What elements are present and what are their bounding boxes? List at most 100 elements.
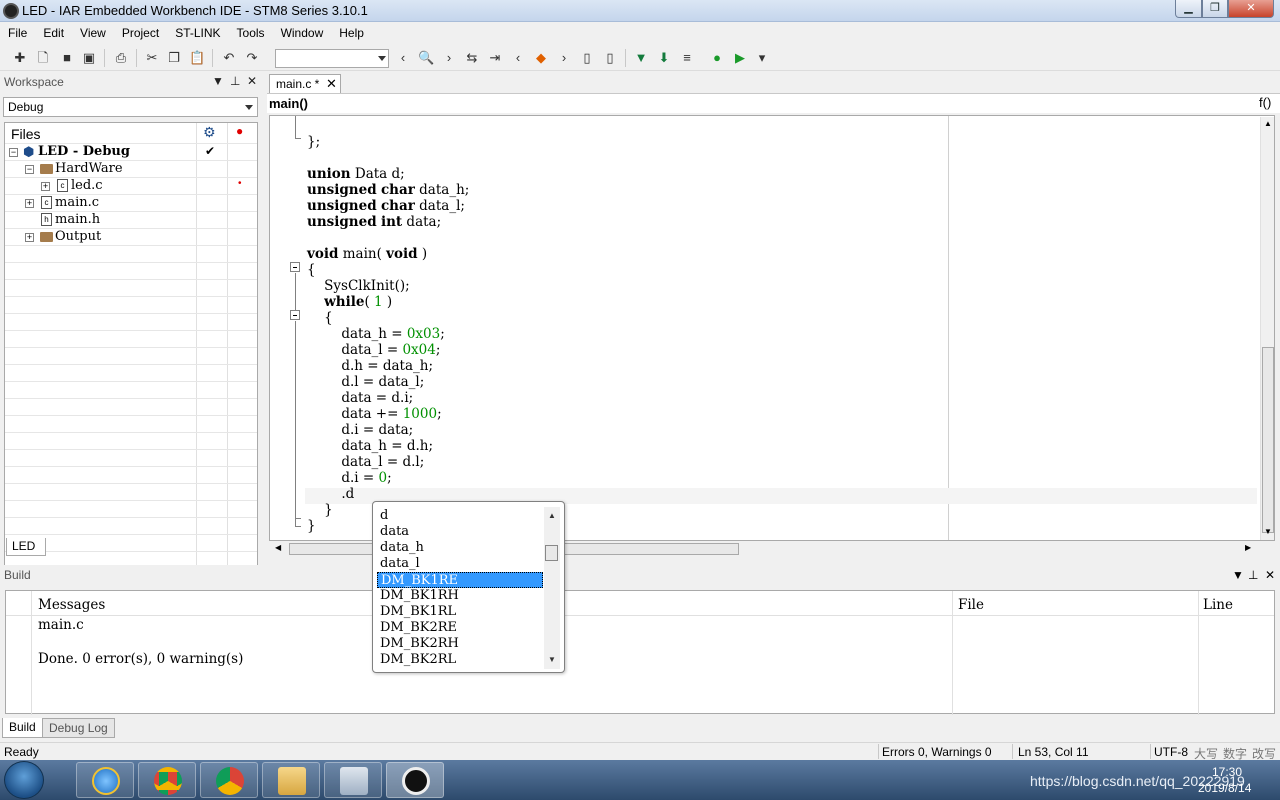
close-button[interactable]: ✕: [1228, 0, 1274, 18]
bookmark-icon[interactable]: ◆: [533, 50, 549, 66]
taskbar-ie[interactable]: [76, 762, 134, 798]
compile-icon[interactable]: ▼: [633, 50, 649, 66]
current-function[interactable]: main(): [269, 96, 308, 111]
tree-item-output[interactable]: + Output: [5, 229, 257, 246]
next-bookmark-icon[interactable]: ▯: [602, 50, 618, 66]
autocomplete-item[interactable]: DM_BK2RH: [377, 636, 543, 652]
column-header-line[interactable]: Line: [1203, 597, 1233, 613]
pin-icon[interactable]: ⊥: [1248, 568, 1258, 582]
nav-forward-icon[interactable]: ›: [556, 50, 572, 66]
scroll-right-icon[interactable]: ▶: [1245, 543, 1251, 552]
menu-edit[interactable]: Edit: [35, 22, 72, 44]
vertical-scrollbar[interactable]: ▲ ▼: [1260, 117, 1274, 540]
tree-item-project[interactable]: − ⬢ LED - Debug ✔: [5, 144, 257, 161]
replace-icon[interactable]: ⇆: [464, 50, 480, 66]
prev-bookmark-icon[interactable]: ▯: [579, 50, 595, 66]
taskbar-calculator[interactable]: [324, 762, 382, 798]
function-list-button[interactable]: f(): [1259, 95, 1271, 110]
workspace-tab-led[interactable]: LED: [6, 538, 46, 556]
fold-collapse-icon[interactable]: [290, 310, 300, 320]
menu-tools[interactable]: Tools: [229, 22, 273, 44]
configuration-select[interactable]: Debug: [3, 97, 258, 117]
tree-item-led-c[interactable]: + c led.c •: [5, 178, 257, 195]
forward-icon[interactable]: ›: [441, 50, 457, 66]
start-button[interactable]: [4, 761, 44, 799]
debug-without-download-icon[interactable]: ▶: [732, 50, 748, 66]
scroll-thumb[interactable]: [1262, 347, 1274, 533]
pin-icon[interactable]: ⊥: [230, 74, 240, 88]
autocomplete-item[interactable]: DM_BK2RE: [377, 620, 543, 636]
collapse-icon[interactable]: −: [25, 165, 34, 174]
clock-date[interactable]: 2019/8/14: [1198, 781, 1251, 795]
taskbar-iar[interactable]: [386, 762, 444, 798]
back-icon[interactable]: ‹: [395, 50, 411, 66]
menu-st-link[interactable]: ST-LINK: [167, 22, 228, 44]
tree-item-hardware[interactable]: − HardWare: [5, 161, 257, 178]
autocomplete-item-selected[interactable]: DM_BK1RE: [377, 572, 543, 588]
autocomplete-item[interactable]: data_h: [377, 540, 543, 556]
close-icon[interactable]: ✕: [1265, 568, 1275, 582]
build-message[interactable]: Done. 0 error(s), 0 warning(s): [38, 651, 243, 667]
toolbar-options-icon[interactable]: ▾: [754, 50, 770, 66]
close-icon[interactable]: ✕: [326, 75, 337, 93]
taskbar-chrome-2[interactable]: [200, 762, 258, 798]
tab-main-c[interactable]: main.c * ✕: [269, 74, 341, 93]
autocomplete-item[interactable]: DM_BK1RH: [377, 588, 543, 604]
autocomplete-item[interactable]: data: [377, 524, 543, 540]
code-editor[interactable]: }; union Data d; unsigned char data_h; u…: [269, 115, 1275, 541]
nav-back-icon[interactable]: ‹: [510, 50, 526, 66]
stop-build-icon[interactable]: ≡: [679, 50, 695, 66]
new-document-icon[interactable]: 🗋: [35, 50, 51, 66]
clock-time[interactable]: 17:30: [1212, 765, 1242, 779]
save-icon[interactable]: ■: [59, 50, 75, 66]
scroll-up-icon[interactable]: ▲: [1264, 119, 1272, 128]
scroll-up-icon[interactable]: ▲: [548, 511, 556, 520]
menu-project[interactable]: Project: [114, 22, 167, 44]
save-all-icon[interactable]: ▣: [81, 50, 97, 66]
scroll-down-icon[interactable]: ▼: [548, 655, 556, 664]
panel-menu-icon[interactable]: ▼: [1232, 568, 1244, 582]
make-icon[interactable]: ⬇: [656, 50, 672, 66]
scroll-down-icon[interactable]: ▼: [1264, 527, 1272, 536]
menu-help[interactable]: Help: [331, 22, 372, 44]
minimize-button[interactable]: ▁: [1175, 0, 1202, 18]
app-icon[interactable]: [3, 3, 19, 19]
search-icon[interactable]: 🔍: [418, 50, 434, 66]
tab-debug-log[interactable]: Debug Log: [42, 718, 115, 738]
expand-icon[interactable]: +: [25, 233, 34, 242]
autocomplete-scrollbar[interactable]: ▲ ▼: [544, 507, 560, 669]
tab-build[interactable]: Build: [2, 718, 43, 738]
autocomplete-item[interactable]: data_l: [377, 556, 543, 572]
panel-menu-icon[interactable]: ▼: [212, 74, 224, 88]
copy-icon[interactable]: ❐: [166, 50, 182, 66]
column-header-messages[interactable]: Messages: [38, 597, 105, 613]
find-combo[interactable]: [275, 49, 389, 68]
expand-icon[interactable]: +: [41, 182, 50, 191]
new-file-icon[interactable]: ✚: [12, 50, 28, 66]
autocomplete-item[interactable]: DM_BK1RL: [377, 604, 543, 620]
fold-collapse-icon[interactable]: [290, 262, 300, 272]
scroll-left-icon[interactable]: ◀: [275, 543, 281, 552]
taskbar-chrome[interactable]: [138, 762, 196, 798]
autocomplete-item[interactable]: d: [377, 508, 543, 524]
undo-icon[interactable]: ↶: [221, 50, 237, 66]
menu-file[interactable]: File: [0, 22, 35, 44]
autocomplete-item[interactable]: DM_BK2RL: [377, 652, 543, 668]
close-icon[interactable]: ✕: [247, 74, 257, 88]
tree-item-main-h[interactable]: h main.h: [5, 212, 257, 229]
scroll-thumb[interactable]: [545, 545, 558, 561]
goto-line-icon[interactable]: ⇥: [487, 50, 503, 66]
print-icon[interactable]: ⎙: [113, 50, 129, 66]
paste-icon[interactable]: 📋: [189, 50, 205, 66]
taskbar-explorer[interactable]: [262, 762, 320, 798]
menu-view[interactable]: View: [72, 22, 114, 44]
column-header-file[interactable]: File: [958, 597, 984, 613]
menu-window[interactable]: Window: [273, 22, 332, 44]
redo-icon[interactable]: ↷: [244, 50, 260, 66]
download-debug-icon[interactable]: ●: [709, 50, 725, 66]
build-messages-list[interactable]: Messages File Line main.c Done. 0 error(…: [5, 590, 1275, 715]
collapse-icon[interactable]: −: [9, 148, 18, 157]
settings-icon[interactable]: ⚙: [203, 124, 216, 141]
tree-item-main-c[interactable]: + c main.c: [5, 195, 257, 212]
expand-icon[interactable]: +: [25, 199, 34, 208]
